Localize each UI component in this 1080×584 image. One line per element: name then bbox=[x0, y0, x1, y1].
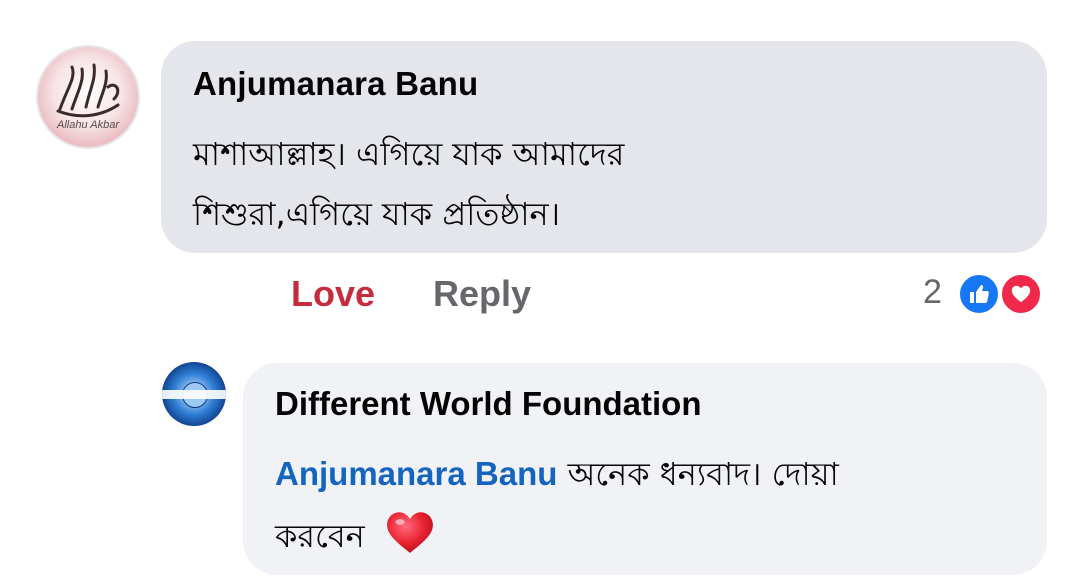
reply-button[interactable]: Reply bbox=[433, 273, 531, 315]
reaction-count: 2 bbox=[923, 273, 942, 311]
logo-band bbox=[162, 390, 226, 399]
reply-bubble: Different World Foundation Anjumanara Ba… bbox=[243, 363, 1047, 575]
love-button[interactable]: Love bbox=[291, 273, 375, 315]
red-heart-icon bbox=[385, 509, 435, 563]
avatar-caption: Allahu Akbar bbox=[57, 119, 119, 131]
reply-text: অনেক ধন্যবাদ। দোয়া bbox=[557, 455, 839, 493]
comment-text-line: শিশুরা,এগিয়ে যাক প্রতিষ্ঠান। bbox=[193, 195, 561, 233]
comment-thread: Allahu Akbar Anjumanara Banu মাশাআল্লাহ।… bbox=[0, 0, 1080, 584]
reply-text-line: Anjumanara Banu অনেক ধন্যবাদ। দোয়া bbox=[275, 449, 839, 503]
reply-author[interactable]: Different World Foundation bbox=[275, 385, 702, 423]
reply-text-line: করবেন bbox=[275, 509, 435, 565]
page-avatar[interactable] bbox=[162, 362, 226, 426]
mention-link[interactable]: Anjumanara Banu bbox=[275, 455, 557, 492]
like-icon bbox=[957, 272, 1001, 316]
comment-bubble: Anjumanara Banu মাশাআল্লাহ। এগিয়ে যাক আ… bbox=[161, 41, 1047, 253]
avatar[interactable]: Allahu Akbar bbox=[36, 45, 140, 149]
reply-text: করবেন bbox=[275, 517, 365, 555]
calligraphy-logo-icon bbox=[56, 63, 120, 118]
comment-text-line: মাশাআল্লাহ। এগিয়ে যাক আমাদের bbox=[193, 135, 625, 173]
love-icon bbox=[999, 272, 1043, 316]
comment-author[interactable]: Anjumanara Banu bbox=[193, 65, 478, 103]
